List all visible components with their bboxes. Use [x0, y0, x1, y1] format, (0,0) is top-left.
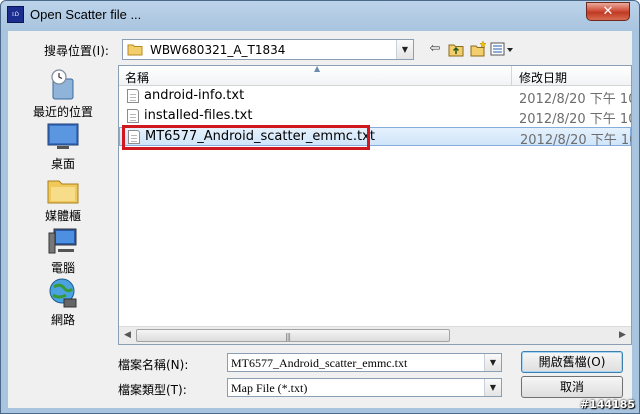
close-button[interactable]: ✕	[586, 2, 630, 21]
lookin-value: WBW680321_A_T1834	[150, 43, 286, 57]
filename-value: MT6577_Android_scatter_emmc.txt	[231, 356, 408, 370]
place-network-label: 網路	[50, 313, 75, 327]
text-file-icon	[127, 109, 139, 123]
place-libraries[interactable]: 媒體櫃	[10, 173, 116, 224]
column-name[interactable]: 名稱	[125, 69, 149, 86]
watermark: #144185	[579, 398, 635, 411]
open-button[interactable]: 開啟舊檔(O)	[521, 351, 623, 373]
up-folder-icon[interactable]	[448, 40, 464, 58]
libraries-icon	[47, 180, 79, 204]
window-title: Open Scatter file ...	[30, 7, 142, 22]
text-file-icon	[127, 89, 139, 103]
lookin-dropdown[interactable]: WBW680321_A_T1834 ▼	[122, 39, 414, 60]
app-icon: ம	[7, 6, 24, 23]
chevron-down-icon[interactable]: ▼	[484, 379, 501, 396]
place-computer-label: 電腦	[50, 261, 75, 275]
title-bar[interactable]: ம Open Scatter file ... ✕	[1, 1, 639, 31]
place-desktop[interactable]: 桌面	[10, 121, 116, 172]
folder-icon	[127, 44, 143, 56]
place-recent-label: 最近的位置	[32, 105, 93, 119]
scroll-right-icon[interactable]: ▶	[616, 329, 629, 342]
recent-places-icon	[51, 69, 74, 100]
place-network[interactable]: 網路	[10, 277, 116, 328]
chevron-down-icon[interactable]: ▼	[396, 40, 413, 59]
column-header: 名稱 ▲ 修改日期	[119, 66, 631, 86]
chevron-down-icon[interactable]: ▼	[484, 354, 501, 371]
open-file-dialog: ம Open Scatter file ... ✕ 搜尋位置(I): WBW68…	[0, 0, 640, 414]
place-desktop-label: 桌面	[50, 157, 75, 171]
lookin-label: 搜尋位置(I):	[44, 44, 109, 58]
filetype-value: Map File (*.txt)	[231, 381, 308, 395]
file-date: 2012/8/20 下午 10	[519, 92, 632, 107]
file-date: 2012/8/20 下午 10	[520, 133, 632, 148]
desktop-icon	[47, 123, 79, 149]
horizontal-scrollbar[interactable]: ◀ ||| ▶	[119, 326, 631, 344]
scrollbar-thumb[interactable]: |||	[136, 329, 450, 342]
file-name: installed-files.txt	[144, 108, 253, 123]
file-date: 2012/8/20 下午 10	[519, 112, 632, 127]
dialog-body: 搜尋位置(I): WBW680321_A_T1834 ▼ ⇦ 最近的位置 桌面 …	[8, 31, 632, 408]
column-date-modified[interactable]: 修改日期	[519, 69, 567, 86]
cancel-button[interactable]: 取消	[521, 376, 623, 398]
file-list[interactable]: 名稱 ▲ 修改日期 android-info.txt 2012/8/20 下午 …	[118, 65, 632, 345]
places-bar: 最近的位置 桌面 媒體櫃 電腦 網路	[10, 69, 116, 345]
file-name: android-info.txt	[144, 88, 245, 103]
computer-icon	[48, 228, 77, 254]
back-arrow-icon[interactable]: ⇦	[428, 40, 442, 58]
scroll-left-icon[interactable]: ◀	[121, 329, 134, 342]
column-divider[interactable]	[511, 66, 512, 86]
sort-ascending-icon: ▲	[314, 65, 321, 73]
list-item-selected[interactable]: MT6577_Android_scatter_emmc.txt 2012/8/2…	[119, 125, 632, 150]
place-libraries-label: 媒體櫃	[44, 209, 81, 223]
place-computer[interactable]: 電腦	[10, 225, 116, 276]
grip-icon: |||	[285, 332, 291, 341]
filename-input[interactable]: MT6577_Android_scatter_emmc.txt ▼	[227, 353, 502, 372]
filename-label: 檔案名稱(N):	[118, 358, 189, 372]
place-recent[interactable]: 最近的位置	[10, 69, 116, 120]
new-folder-icon[interactable]	[470, 40, 487, 58]
filetype-label: 檔案類型(T):	[118, 383, 187, 397]
view-menu-icon[interactable]	[490, 40, 514, 58]
list-item[interactable]: installed-files.txt 2012/8/20 下午 10	[119, 107, 632, 127]
filetype-select[interactable]: Map File (*.txt) ▼	[227, 378, 502, 397]
red-highlight-annotation	[122, 125, 370, 150]
network-globe-icon	[49, 278, 77, 308]
list-item[interactable]: android-info.txt 2012/8/20 下午 10	[119, 87, 632, 107]
